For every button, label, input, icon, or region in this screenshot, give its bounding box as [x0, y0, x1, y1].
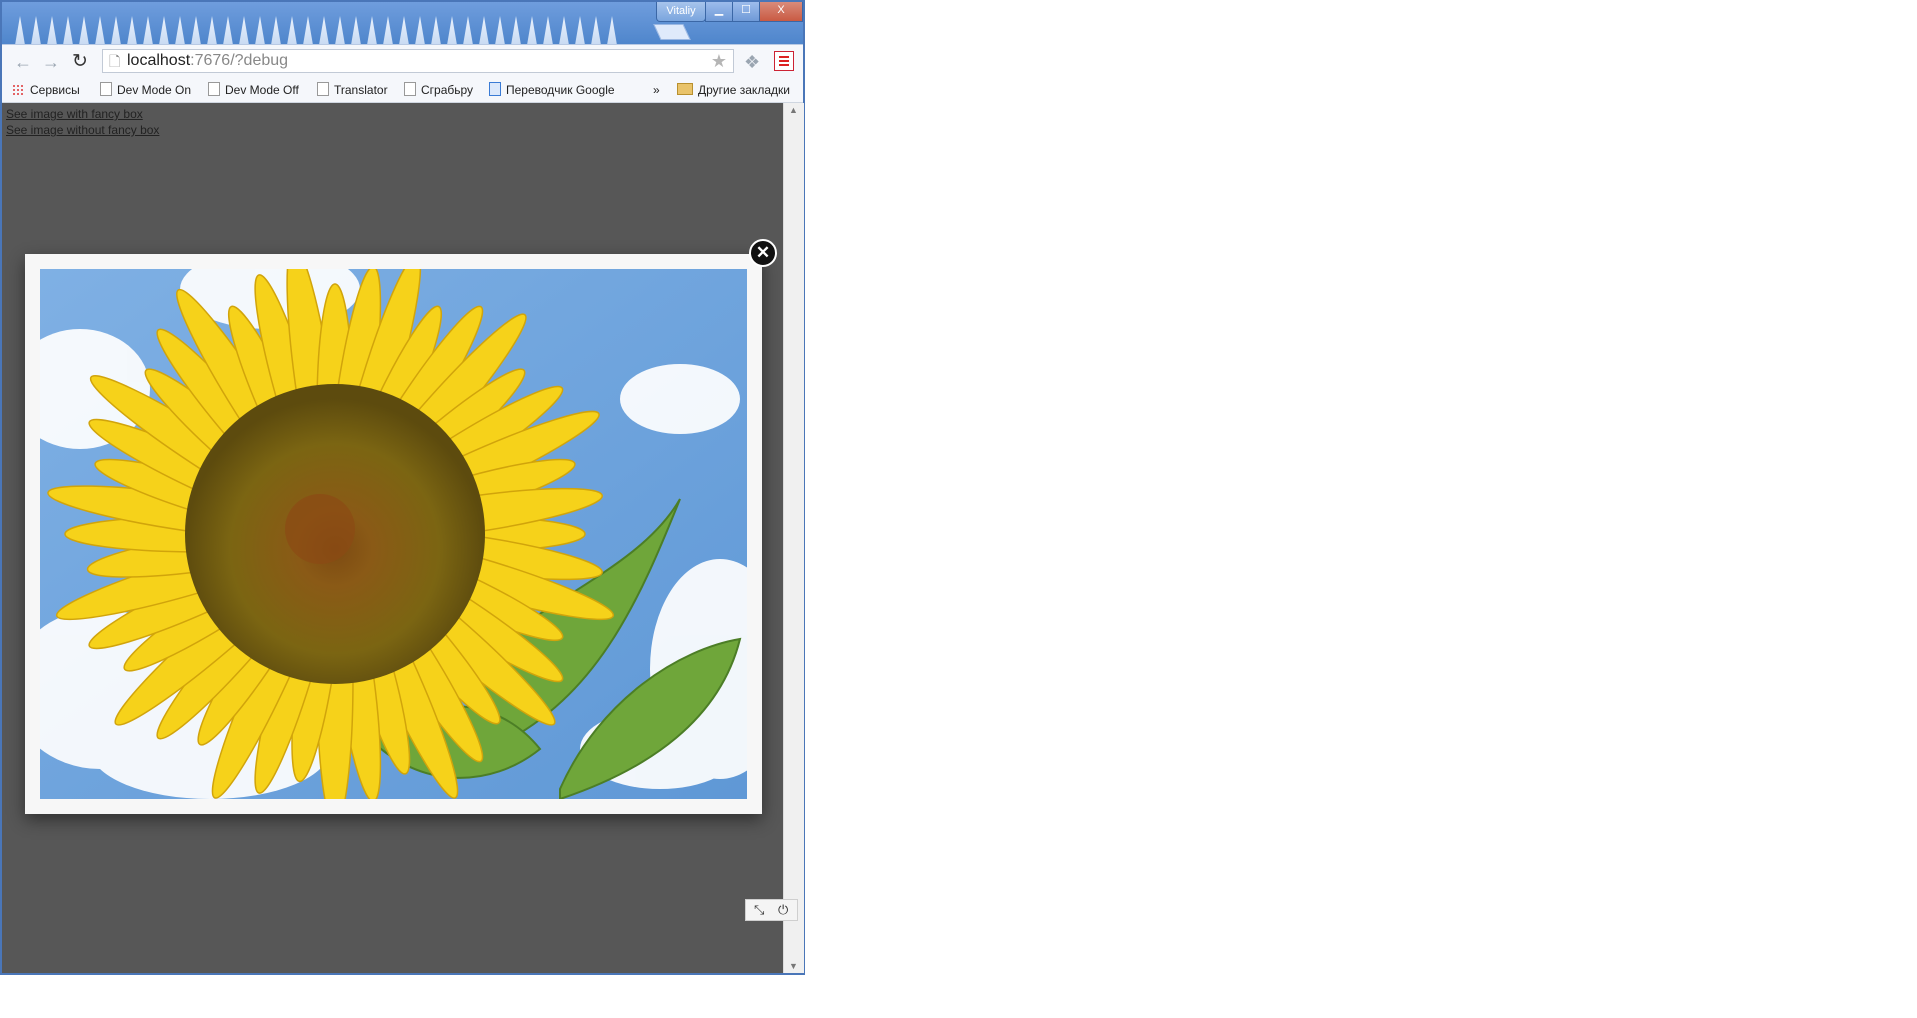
extension-paw-icon[interactable]: ❖ [744, 53, 760, 71]
tab-item[interactable] [511, 16, 521, 44]
page-icon [208, 82, 220, 96]
sunflower-image [40, 269, 747, 799]
tab-item[interactable] [559, 16, 569, 44]
tab-item[interactable] [271, 16, 281, 44]
tab-item[interactable] [143, 16, 153, 44]
forward-icon[interactable]: → [42, 53, 60, 71]
page-icon [100, 82, 112, 96]
bookmark-star-icon[interactable]: ★ [711, 50, 727, 72]
tab-item[interactable] [415, 16, 425, 44]
link-with-fancybox[interactable]: See image with fancy box [6, 106, 159, 122]
folder-icon [677, 83, 693, 95]
minimize-button[interactable]: ▁ [705, 2, 733, 22]
tab-item[interactable] [591, 16, 601, 44]
tab-item[interactable] [95, 16, 105, 44]
tab-item[interactable] [495, 16, 505, 44]
hamburger-icon [779, 56, 789, 58]
tab-item[interactable] [127, 16, 137, 44]
page-icon [317, 82, 329, 96]
bookmark-dev-mode-off[interactable]: Dev Mode Off [208, 82, 299, 98]
tab-item[interactable] [447, 16, 457, 44]
tab-item[interactable] [223, 16, 233, 44]
tab-item[interactable] [159, 16, 169, 44]
tab-item[interactable] [191, 16, 201, 44]
url-host: localhost [127, 52, 191, 69]
tab-item[interactable] [399, 16, 409, 44]
translate-icon [489, 82, 501, 96]
tab-item[interactable] [367, 16, 377, 44]
tab-item[interactable] [287, 16, 297, 44]
bookmark-apps[interactable]: Сервисы [12, 82, 80, 98]
tab-item[interactable] [319, 16, 329, 44]
tab-item[interactable] [15, 16, 25, 44]
bookmark-google-translate[interactable]: Переводчик Google [489, 82, 615, 98]
link-without-fancybox[interactable]: See image without fancy box [6, 122, 159, 138]
apps-icon [12, 84, 24, 96]
scroll-up-icon[interactable]: ▲ [789, 105, 798, 115]
page-links: See image with fancy box See image witho… [6, 106, 159, 138]
vertical-scrollbar[interactable]: ▲ ▼ [783, 103, 804, 973]
bookmark-dev-mode-on[interactable]: Dev Mode On [100, 82, 191, 98]
url-path: :7676/?debug [190, 52, 289, 69]
address-bar[interactable]: 🗋 localhost:7676/?debug ★ [102, 49, 734, 73]
maximize-button[interactable]: ☐ [732, 2, 760, 22]
tab-item[interactable] [47, 16, 57, 44]
debug-toolbar: ⤡ ⏻ [745, 899, 798, 921]
scroll-down-icon[interactable]: ▼ [789, 961, 798, 971]
menu-button[interactable] [774, 51, 794, 71]
tab-item[interactable] [207, 16, 217, 44]
close-window-button[interactable]: X [759, 2, 803, 22]
reload-icon[interactable]: ↻ [72, 52, 88, 71]
back-icon[interactable]: ← [14, 53, 32, 71]
tab-item[interactable] [239, 16, 249, 44]
bookmarks-overflow-button[interactable]: » [653, 82, 660, 98]
power-icon[interactable]: ⏻ [778, 902, 788, 918]
profile-button[interactable]: Vitaliy [656, 2, 706, 22]
tab-item[interactable] [543, 16, 553, 44]
bookmark-translator[interactable]: Translator [317, 82, 388, 98]
tab-item[interactable] [255, 16, 265, 44]
collapse-icon[interactable]: ⤡ [754, 902, 764, 918]
bookmarks-bar: Сервисы Dev Mode On Dev Mode Off Transla… [2, 78, 803, 103]
tab-item[interactable] [479, 16, 489, 44]
tab-item[interactable] [383, 16, 393, 44]
bookmark-sgrabru[interactable]: Сграбьру [404, 82, 473, 98]
fancybox-modal [25, 254, 762, 814]
browser-toolbar: ← → ↻ 🗋 localhost:7676/?debug ★ ❖ [2, 44, 803, 79]
page-icon: 🗋 [109, 53, 121, 69]
tab-item[interactable] [111, 16, 121, 44]
tab-item[interactable] [303, 16, 313, 44]
tab-item[interactable] [351, 16, 361, 44]
other-bookmarks-folder[interactable]: Другие закладки [677, 82, 790, 98]
tab-item[interactable] [575, 16, 585, 44]
page-icon [404, 82, 416, 96]
tab-item[interactable] [431, 16, 441, 44]
tab-item[interactable] [79, 16, 89, 44]
tab-item[interactable] [527, 16, 537, 44]
tab-item[interactable] [63, 16, 73, 44]
tab-item[interactable] [607, 16, 617, 44]
tab-item[interactable] [463, 16, 473, 44]
tab-item[interactable] [31, 16, 41, 44]
tab-item[interactable] [175, 16, 185, 44]
title-bar: Vitaliy ▁ ☐ X [2, 2, 803, 44]
tab-item[interactable] [335, 16, 345, 44]
new-tab-button[interactable] [653, 24, 691, 40]
modal-close-button[interactable]: ✕ [749, 239, 777, 267]
tab-strip[interactable] [12, 16, 620, 44]
